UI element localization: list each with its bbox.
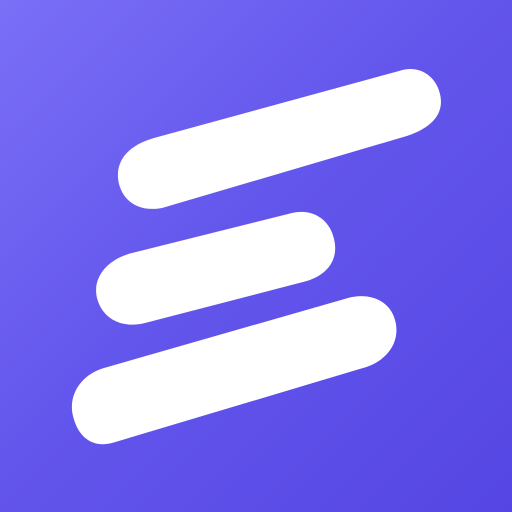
logo-middle-bar xyxy=(96,211,336,325)
app-icon xyxy=(0,0,512,512)
logo-top-bar xyxy=(117,68,441,209)
stylized-e-logo-icon xyxy=(71,68,441,445)
